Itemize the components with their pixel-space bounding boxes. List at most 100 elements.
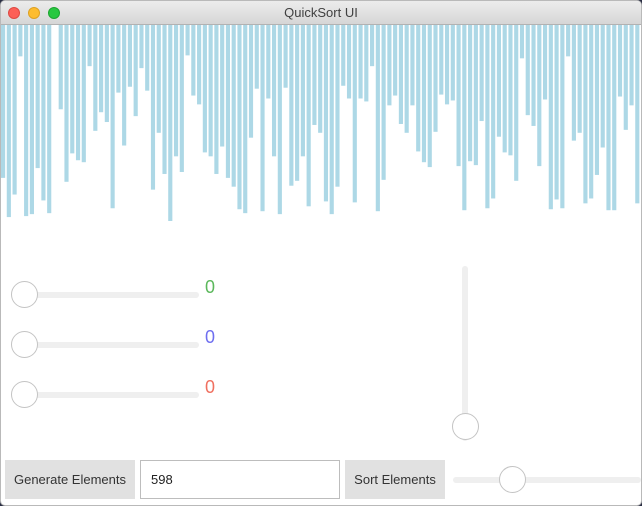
bar	[168, 25, 173, 221]
bar	[225, 25, 231, 178]
bar	[243, 25, 248, 214]
bar	[24, 25, 29, 217]
bar	[81, 25, 86, 163]
bar	[127, 25, 132, 87]
speed-slider-track[interactable]	[453, 477, 641, 483]
bar	[64, 25, 69, 182]
bar	[370, 25, 375, 67]
green-slider[interactable]	[11, 281, 199, 311]
bar	[300, 25, 305, 157]
bar	[179, 25, 184, 172]
green-slider-handle[interactable]	[11, 281, 38, 308]
bar	[260, 25, 265, 212]
vertical-slider-handle[interactable]	[452, 413, 479, 440]
bar	[35, 25, 40, 169]
bar	[508, 25, 513, 156]
title-bar: QuickSort UI	[1, 1, 641, 25]
red-slider-track[interactable]	[11, 392, 199, 398]
bar	[306, 25, 311, 207]
bar	[12, 25, 17, 195]
bar	[318, 25, 323, 133]
bar	[398, 25, 403, 124]
bar	[323, 25, 329, 202]
bar	[352, 25, 357, 203]
green-slider-track[interactable]	[11, 292, 199, 298]
bar	[439, 25, 444, 95]
bar	[173, 25, 179, 157]
bar	[468, 25, 473, 162]
blue-slider-track[interactable]	[11, 342, 199, 348]
blue-value-label: 0	[205, 327, 216, 347]
blue-slider-handle[interactable]	[11, 331, 38, 358]
bar	[635, 25, 640, 204]
bar	[589, 25, 594, 199]
bar	[29, 25, 34, 215]
bar	[364, 25, 369, 102]
bar	[600, 25, 605, 148]
bar	[502, 25, 507, 153]
bar	[208, 25, 213, 157]
red-slider[interactable]	[11, 381, 199, 411]
bar	[1, 25, 6, 178]
generate-elements-button[interactable]: Generate Elements	[5, 460, 135, 499]
bar	[473, 25, 478, 166]
bar	[191, 25, 196, 96]
bar	[329, 25, 334, 215]
bar	[519, 25, 525, 59]
vertical-slider[interactable]	[451, 266, 481, 441]
bar	[185, 25, 190, 56]
bar	[583, 25, 588, 204]
bar	[381, 25, 386, 180]
bar	[116, 25, 121, 93]
bar	[6, 25, 11, 218]
bar	[525, 25, 530, 116]
red-slider-handle[interactable]	[11, 381, 38, 408]
element-count-input[interactable]	[140, 460, 340, 499]
bar	[623, 25, 628, 130]
bar	[606, 25, 611, 211]
bar	[462, 25, 467, 211]
bar	[271, 25, 277, 157]
green-value-label: 0	[205, 277, 216, 297]
bar	[156, 25, 161, 133]
bar	[566, 25, 571, 57]
bar	[542, 25, 548, 100]
bar	[479, 25, 484, 122]
speed-slider[interactable]	[453, 466, 641, 496]
bar	[456, 25, 461, 167]
bar	[410, 25, 415, 106]
bar	[277, 25, 282, 215]
bar	[577, 25, 582, 133]
bar	[104, 25, 109, 123]
bar	[312, 25, 317, 125]
bar	[629, 25, 634, 106]
bar	[346, 25, 352, 99]
bar	[289, 25, 294, 186]
app-window: QuickSort UI 0 0 0 Generate Elements Sor…	[0, 0, 642, 506]
bar	[237, 25, 242, 210]
bar	[560, 25, 565, 209]
sort-elements-button[interactable]: Sort Elements	[345, 460, 445, 499]
bar	[99, 25, 104, 113]
bar	[617, 25, 623, 97]
bar	[75, 25, 81, 161]
bar	[283, 25, 288, 88]
bar	[145, 25, 150, 91]
bar	[341, 25, 346, 86]
bar	[93, 25, 98, 131]
bar	[485, 25, 490, 209]
speed-slider-handle[interactable]	[499, 466, 526, 493]
bar	[87, 25, 92, 67]
blue-slider[interactable]	[11, 331, 199, 361]
bar	[58, 25, 63, 110]
bar	[295, 25, 300, 181]
bar	[531, 25, 536, 126]
bar	[70, 25, 75, 154]
bar	[41, 25, 46, 201]
bar	[202, 25, 207, 153]
bar	[444, 25, 450, 105]
bar	[248, 25, 254, 138]
bar	[231, 25, 236, 187]
bar	[110, 25, 115, 209]
bar	[358, 25, 363, 99]
